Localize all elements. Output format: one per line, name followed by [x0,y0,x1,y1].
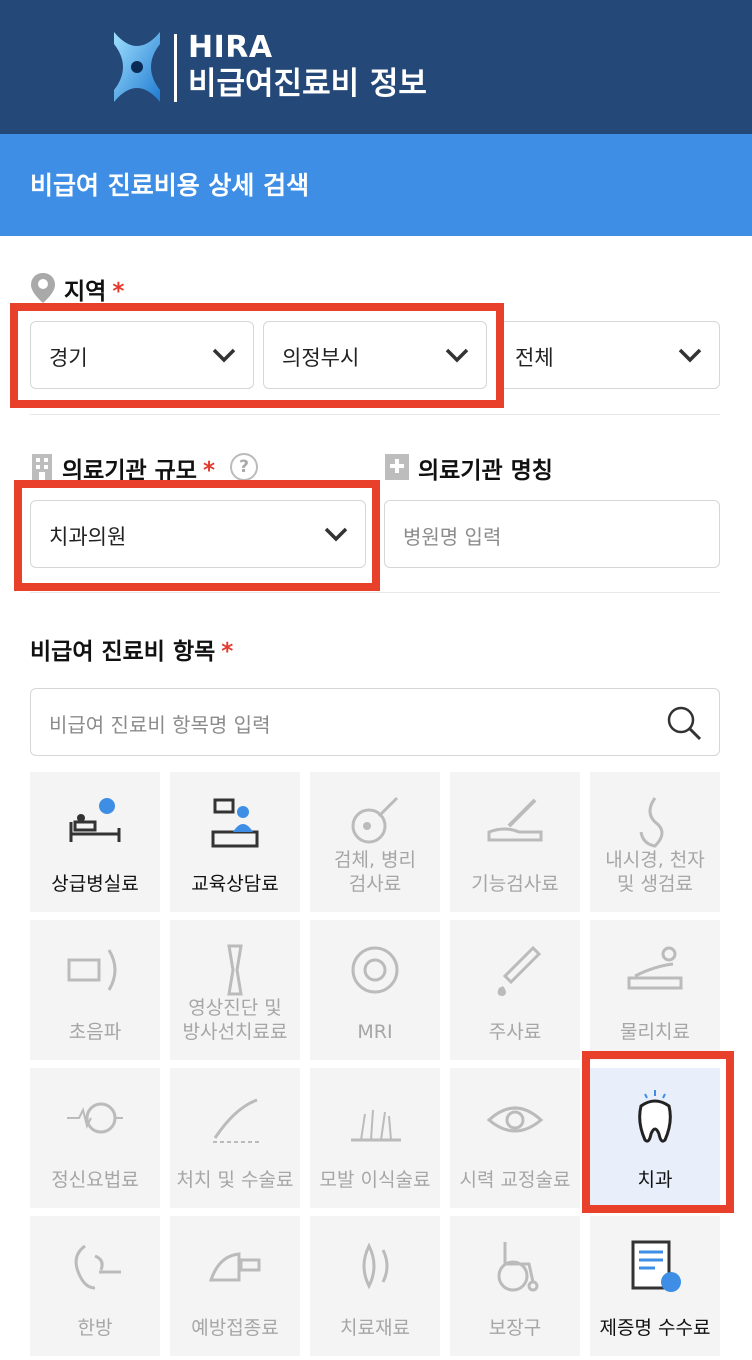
category-tile[interactable]: 교육상담료 [170,772,300,912]
item-search-input[interactable]: 비급여 진료비 항목명 입력 [30,688,720,756]
category-label: 정신요법료 [51,1169,139,1191]
category-tile[interactable]: 처치 및 수술료 [170,1068,300,1208]
category-label: 예방접종료 [191,1317,279,1339]
category-tile[interactable]: 초음파 [30,920,160,1060]
acupuncture-icon [65,1236,125,1296]
items-label-text: 비급여 진료비 항목 [30,639,216,665]
highlight-box-scale [14,480,380,591]
hospital-icon [385,454,409,480]
category-label: 처치 및 수술료 [176,1169,294,1191]
category-tile[interactable]: 보장구 [450,1216,580,1356]
highlight-box-region [10,303,504,408]
required-mark: * [112,279,125,305]
vaccine-icon [205,1236,265,1296]
category-tile[interactable]: 검체, 병리 검사료 [310,772,440,912]
brand-title[interactable]: HIRA 비급여진료비 정보 [188,30,427,102]
section-divider [30,592,720,593]
category-label-line2: 방사선치료료 [182,1021,288,1043]
items-label: 비급여 진료비 항목 * [30,632,233,666]
logo-divider [174,34,177,102]
syringe-icon [485,940,545,1000]
counseling-icon [205,792,265,852]
category-tile[interactable]: 한방 [30,1216,160,1356]
category-tile[interactable]: 모발 이식술료 [310,1068,440,1208]
category-tile[interactable]: 물리치료 [590,920,720,1060]
xray-icon [205,940,265,1000]
category-label-line2: 검사료 [348,873,402,895]
district-value: 전체 [515,346,554,370]
district-select[interactable]: 전체 [496,321,720,389]
category-label: 보장구 [488,1317,542,1339]
category-label: 제증명 수수료 [599,1317,711,1339]
wheelchair-icon [485,1236,545,1296]
category-label: 내시경, 천자 [605,849,705,871]
surgery-icon [205,1088,265,1148]
category-label: 상급병실료 [51,873,139,895]
category-tile[interactable]: 상급병실료 [30,772,160,912]
category-tile[interactable]: 시력 교정술료 [450,1068,580,1208]
certificate-icon [625,1236,685,1296]
brand-line-1: HIRA [188,30,273,65]
app-header: HIRA 비급여진료비 정보 [0,0,752,134]
region-label: 지역 * [64,272,124,306]
help-icon[interactable]: ? [230,453,258,481]
physical-therapy-icon [625,940,685,1000]
category-label: 영상진단 및 [188,997,282,1019]
endoscope-icon [625,792,685,852]
function-test-icon [485,792,545,852]
category-tile[interactable]: 영상진단 및 방사선치료료 [170,920,300,1060]
category-tile[interactable]: MRI [310,920,440,1060]
chevron-down-icon [678,348,702,363]
category-tile[interactable]: 제증명 수수료 [590,1216,720,1356]
category-tile[interactable]: 기능검사료 [450,772,580,912]
institution-name-placeholder: 병원명 입력 [403,525,502,549]
lens-icon [345,1236,405,1296]
category-tile[interactable]: 내시경, 천자 및 생검료 [590,772,720,912]
page-title-bar: 비급여 진료비용 상세 검색 [0,134,752,236]
brain-icon [65,1088,125,1148]
institution-name-input[interactable]: 병원명 입력 [384,500,720,568]
category-label: 물리치료 [620,1021,690,1043]
category-label: 초음파 [68,1021,122,1043]
building-icon [32,454,52,480]
category-label: 치료재료 [340,1317,410,1339]
category-label: 기능검사료 [471,873,559,895]
location-pin-icon [31,273,55,303]
region-label-text: 지역 [64,279,107,305]
institution-name-label: 의료기관 명칭 [418,458,553,484]
eye-icon [485,1088,545,1148]
mri-icon [345,940,405,1000]
highlight-box-dental [582,1051,734,1213]
category-label: 주사료 [488,1021,542,1043]
category-tile[interactable]: 정신요법료 [30,1068,160,1208]
category-label: MRI [357,1021,393,1043]
hospital-bed-icon [65,792,125,852]
category-tile[interactable]: 치료재료 [310,1216,440,1356]
required-mark: * [221,639,234,665]
search-icon[interactable] [665,704,703,742]
hair-icon [345,1088,405,1148]
category-label: 교육상담료 [191,873,279,895]
category-tile[interactable]: 예방접종료 [170,1216,300,1356]
page-title: 비급여 진료비용 상세 검색 [30,171,310,200]
specimen-icon [345,792,405,852]
category-label: 시력 교정술료 [459,1169,571,1191]
category-tile[interactable]: 주사료 [450,920,580,1060]
category-label: 모발 이식술료 [319,1169,431,1191]
category-label: 검체, 병리 [334,849,416,871]
item-search-placeholder: 비급여 진료비 항목명 입력 [49,713,271,737]
section-divider [30,414,720,415]
hira-logo-icon [114,32,160,102]
ultrasound-icon [65,940,125,1000]
category-label-line2: 및 생검료 [617,873,693,895]
category-label: 한방 [77,1317,113,1339]
brand-line-2: 비급여진료비 정보 [188,66,427,102]
